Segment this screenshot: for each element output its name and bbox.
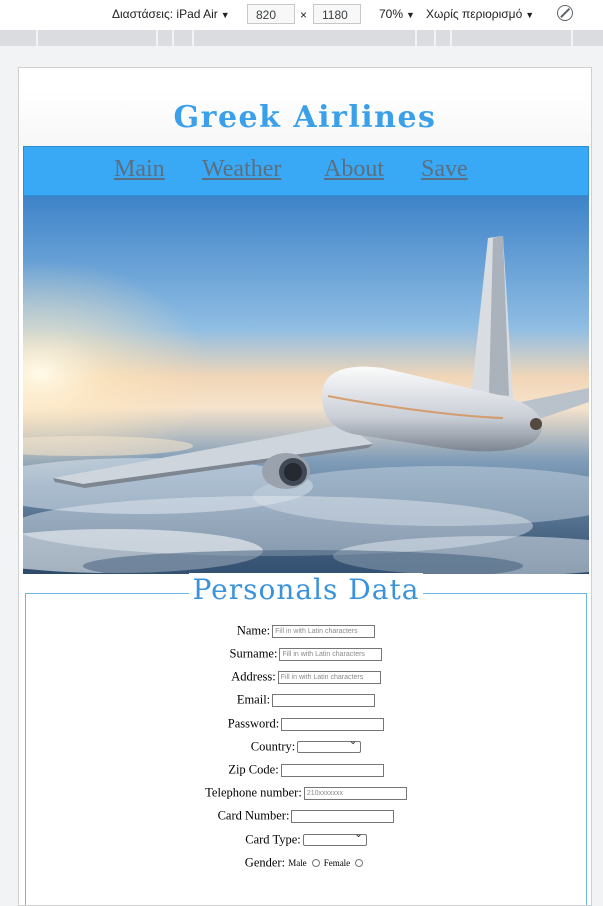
site-title: Greek Airlines (173, 100, 437, 135)
card-number-label: Card Number: (217, 808, 290, 823)
height-input[interactable]: 1180 (313, 4, 361, 24)
ruler-tick (434, 30, 436, 46)
password-row: Password: (19, 716, 591, 732)
card-type-label: Card Type: (245, 832, 301, 847)
personal-data-heading: Personals Data (188, 573, 424, 606)
throttle-label: Χωρίς περιορισμό (426, 7, 523, 21)
card-number-row: Card Number: (19, 808, 591, 824)
caret-down-icon: ▼ (406, 10, 415, 20)
name-row: Name: Fill in with Latin characters (19, 623, 591, 639)
gender-option-male-label: Male (288, 858, 307, 869)
email-label: Email: (236, 692, 271, 707)
rotate-icon[interactable] (557, 5, 573, 21)
ruler-tick (415, 30, 417, 46)
caret-down-icon: ▼ (525, 10, 535, 20)
card-type-select[interactable] (302, 829, 367, 847)
surname-row: Surname: Fill in with Latin characters (19, 646, 591, 662)
device-dropdown[interactable]: Διαστάσεις: iPad Air ▼ (112, 7, 230, 21)
device-label: Διαστάσεις: iPad Air (112, 7, 218, 21)
country-label: Country: (250, 739, 296, 754)
gender-option-female-label: Female (323, 858, 351, 869)
gender-label: Gender: (244, 855, 286, 870)
email-input[interactable] (272, 693, 376, 707)
fieldset-legend: Personals Data (19, 573, 591, 606)
width-input[interactable]: 820 (247, 4, 295, 24)
ruler-tick (450, 30, 452, 46)
surname-label: Surname: (229, 646, 278, 661)
surname-input[interactable]: Fill in with Latin characters (279, 647, 383, 661)
main-nav: Main Weather About Save (23, 146, 589, 196)
site-header: Greek Airlines (19, 90, 591, 146)
zip-input[interactable] (280, 763, 384, 777)
media-query-ruler[interactable] (0, 30, 603, 46)
throttle-dropdown[interactable]: Χωρίς περιορισμό ▼ (426, 7, 534, 21)
zoom-label: 70% (379, 7, 404, 21)
nav-link-save[interactable]: Save (421, 156, 468, 183)
caret-down-icon: ▼ (220, 10, 230, 20)
password-input[interactable] (281, 717, 385, 731)
ruler-tick (156, 30, 158, 46)
zip-label: Zip Code: (228, 762, 279, 777)
telephone-label: Telephone number: (205, 785, 302, 800)
devtools-toolbar: Διαστάσεις: iPad Air ▼ 820 × 1180 70% ▼ Χω… (0, 0, 603, 30)
password-label: Password: (227, 716, 280, 731)
address-input[interactable]: Fill in with Latin characters (277, 670, 381, 684)
card-type-row: Card Type: (19, 829, 591, 848)
gender-female-radio[interactable] (355, 859, 364, 868)
name-input[interactable]: Fill in with Latin characters (272, 624, 376, 638)
ruler-tick (192, 30, 194, 46)
email-row: Email: (19, 692, 591, 708)
device-viewport: Greek Airlines Main Weather About Save P… (18, 67, 592, 906)
telephone-row: Telephone number: 210xxxxxxx (19, 785, 591, 801)
zip-row: Zip Code: (19, 762, 591, 778)
nav-link-main[interactable]: Main (114, 156, 165, 183)
ruler-tick (36, 30, 38, 46)
ruler-tick (571, 30, 573, 46)
name-label: Name: (236, 623, 271, 638)
country-row: Country: (19, 736, 591, 755)
address-row: Address: Fill in with Latin characters (19, 669, 591, 685)
address-label: Address: (231, 669, 276, 684)
zoom-dropdown[interactable]: 70% ▼ (379, 7, 415, 21)
airplane-hero-image (23, 196, 589, 574)
country-select[interactable] (297, 736, 362, 754)
times-sign: × (300, 8, 308, 22)
gender-row: Gender: Male Female (19, 855, 591, 871)
nav-link-about[interactable]: About (324, 156, 384, 183)
telephone-input[interactable]: 210xxxxxxx (303, 786, 407, 800)
gender-male-radio[interactable] (311, 859, 320, 868)
nav-link-weather[interactable]: Weather (202, 156, 281, 183)
ruler-tick (172, 30, 174, 46)
card-number-input[interactable] (291, 809, 395, 823)
